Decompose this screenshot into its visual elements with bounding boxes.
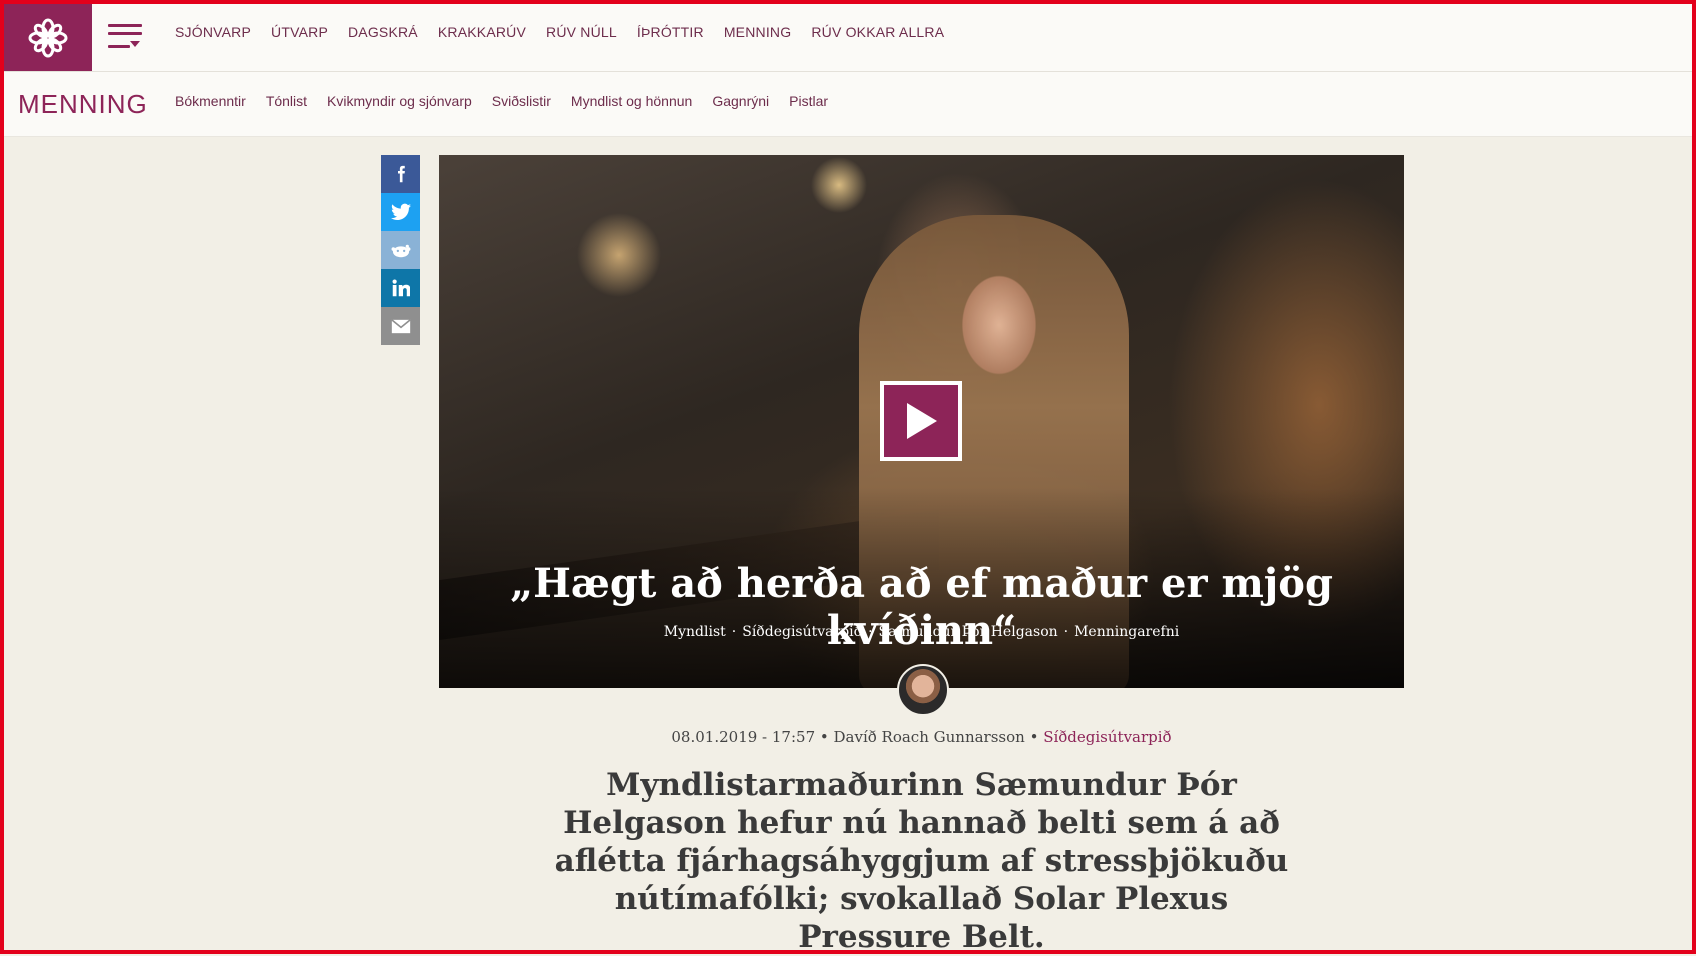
share-email-button[interactable] bbox=[381, 307, 420, 345]
article-author: Davíð Roach Gunnarsson bbox=[833, 728, 1025, 746]
article-tags: Myndlist · Síðdegisútvarpið · Sæmundur Þór H… bbox=[663, 624, 1180, 640]
tag-sidegisutvarpid[interactable]: Síðdegisútvarpið bbox=[742, 624, 862, 640]
subnav-gagnryni[interactable]: Gagnrýni bbox=[712, 93, 769, 109]
subnav-myndlist[interactable]: Myndlist og hönnun bbox=[571, 93, 692, 109]
share-linkedin-button[interactable] bbox=[381, 269, 420, 307]
program-link[interactable]: Síðdegisútvarpið bbox=[1043, 728, 1171, 746]
share-reddit-button[interactable] bbox=[381, 231, 420, 269]
main-nav: SJÓNVARP ÚTVARP DAGSKRÁ KRAKKARÚV RÚV NÚ… bbox=[175, 24, 964, 40]
tag-myndlist[interactable]: Myndlist bbox=[664, 624, 726, 640]
share-twitter-button[interactable] bbox=[381, 193, 420, 231]
play-icon bbox=[907, 403, 937, 439]
section-bar: MENNING Bókmenntir Tónlist Kvikmyndir og… bbox=[0, 72, 1696, 137]
subnav-kvikmyndir[interactable]: Kvikmyndir og sjónvarp bbox=[327, 93, 472, 109]
play-button[interactable] bbox=[880, 381, 962, 461]
nav-utvarp[interactable]: ÚTVARP bbox=[271, 24, 328, 40]
nav-menning[interactable]: MENNING bbox=[724, 24, 792, 40]
nav-sjonvarp[interactable]: SJÓNVARP bbox=[175, 24, 251, 40]
top-bar: SJÓNVARP ÚTVARP DAGSKRÁ KRAKKARÚV RÚV NÚ… bbox=[0, 0, 1696, 72]
email-icon bbox=[390, 318, 411, 333]
tag-saemundur[interactable]: Sæmundur Þór Helgason bbox=[879, 624, 1058, 640]
share-facebook-button[interactable] bbox=[381, 155, 420, 193]
subnav-bokmenntir[interactable]: Bókmenntir bbox=[175, 93, 246, 109]
share-bar bbox=[381, 155, 420, 345]
nav-krakkaruv[interactable]: KRAKKARÚV bbox=[438, 24, 526, 40]
article-byline: 08.01.2019 - 17:57 • Davíð Roach Gunnars… bbox=[671, 728, 1172, 746]
twitter-icon bbox=[390, 203, 411, 220]
author-avatar bbox=[897, 664, 949, 716]
ruv-logo-icon bbox=[28, 18, 68, 57]
nav-dagskra[interactable]: DAGSKRÁ bbox=[348, 24, 418, 40]
linkedin-icon bbox=[392, 279, 410, 297]
subnav-tonlist[interactable]: Tónlist bbox=[266, 93, 307, 109]
nav-ruv-null[interactable]: RÚV NÚLL bbox=[546, 24, 617, 40]
menu-icon[interactable] bbox=[108, 24, 142, 48]
article-lead: Myndlistarmaðurinn Sæmundur Þór Helgason… bbox=[554, 767, 1289, 955]
facebook-icon bbox=[397, 165, 405, 183]
subnav-svidslistir[interactable]: Sviðslistir bbox=[492, 93, 551, 109]
section-nav: Bókmenntir Tónlist Kvikmyndir og sjónvar… bbox=[175, 93, 848, 109]
nav-ithrottir[interactable]: ÍÞRÓTTIR bbox=[637, 24, 704, 40]
reddit-icon bbox=[391, 244, 410, 258]
tag-menningarefni[interactable]: Menningarefni bbox=[1074, 624, 1179, 640]
subnav-pistlar[interactable]: Pistlar bbox=[789, 93, 828, 109]
article-date: 08.01.2019 - 17:57 bbox=[671, 728, 816, 746]
ruv-logo[interactable] bbox=[4, 4, 92, 71]
nav-ruv-okkar-allra[interactable]: RÚV OKKAR ALLRA bbox=[811, 24, 944, 40]
section-title[interactable]: MENNING bbox=[18, 89, 148, 120]
